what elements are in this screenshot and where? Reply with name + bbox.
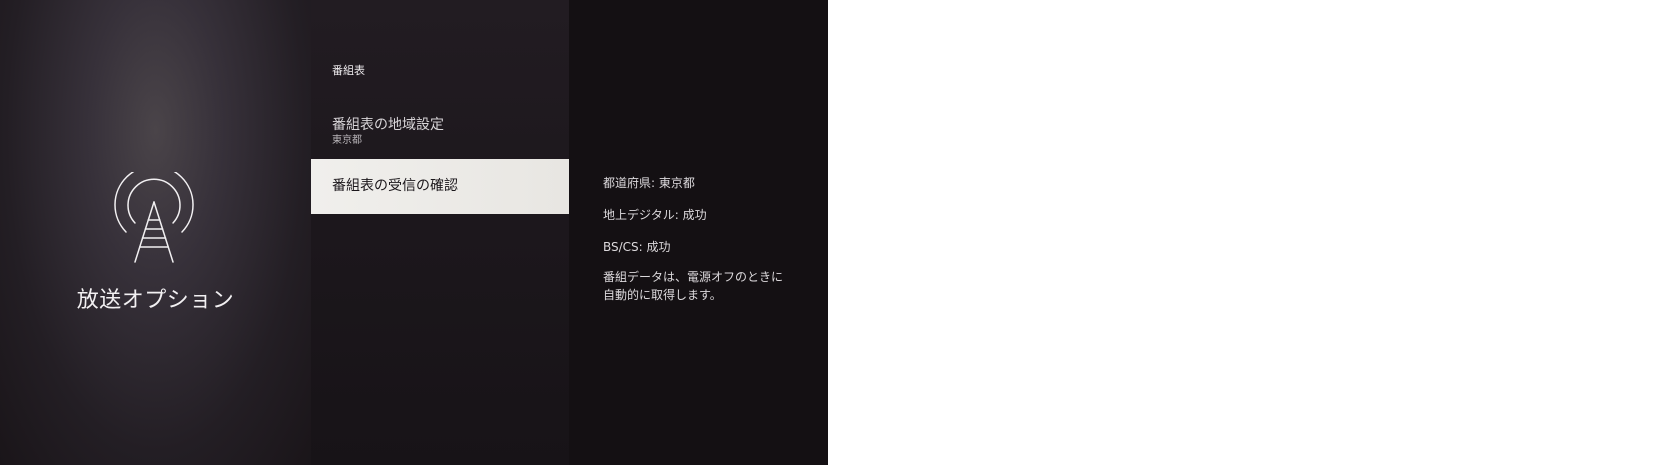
reception-note: 番組データは、電源オフのときに自動的に取得します。 xyxy=(603,270,784,302)
bs-cs-status: BS/CS: 成功 xyxy=(603,240,671,254)
menu-item-label: 番組表の地域設定 xyxy=(332,117,444,133)
detail-panel: 都道府県: 東京都 地上デジタル: 成功 BS/CS: 成功 番組データは、電源… xyxy=(569,0,828,465)
menu-item-label: 番組表の受信の確認 xyxy=(332,178,458,194)
menu-item-reception-check[interactable]: 番組表の受信の確認 xyxy=(311,159,569,214)
section-panel: 放送オプション xyxy=(0,0,311,465)
menu-panel: 番組表 番組表の地域設定 東京都 番組表の受信の確認 xyxy=(311,0,569,465)
menu-header: 番組表 xyxy=(332,64,365,77)
menu-item-region-setting[interactable]: 番組表の地域設定 東京都 xyxy=(311,116,569,156)
prefecture-status: 都道府県: 東京都 xyxy=(603,176,695,190)
section-title: 放送オプション xyxy=(76,288,235,313)
terrestrial-status: 地上デジタル: 成功 xyxy=(603,208,707,222)
broadcast-antenna-icon xyxy=(114,172,194,263)
tv-settings-screen: 放送オプション 番組表 番組表の地域設定 東京都 番組表の受信の確認 都道府県:… xyxy=(0,0,828,465)
menu-item-value: 東京都 xyxy=(332,135,362,146)
